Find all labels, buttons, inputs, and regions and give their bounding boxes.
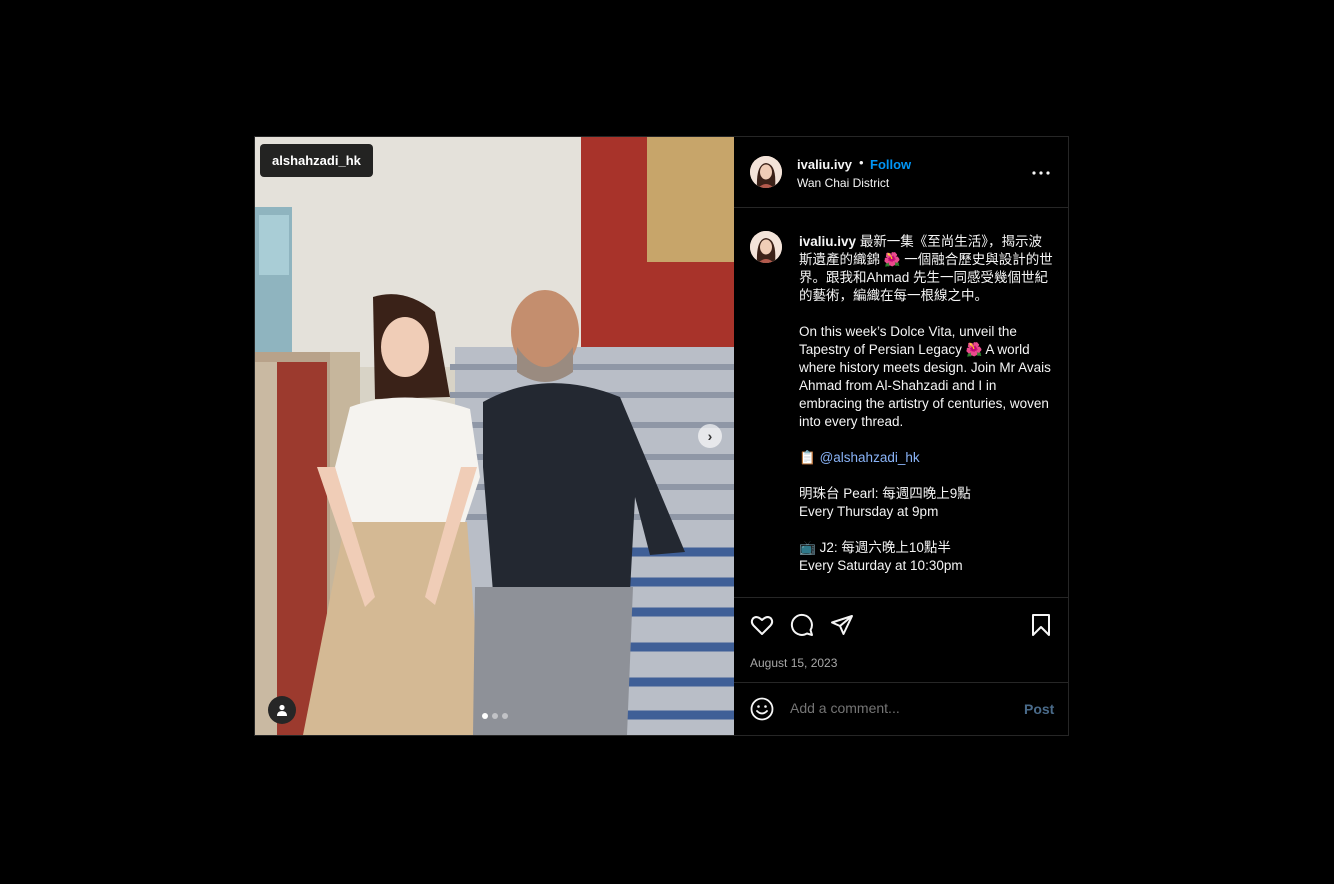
carousel-dot	[502, 713, 508, 719]
chevron-right-icon: ›	[707, 428, 713, 444]
post-header: ivaliu.ivy • Follow Wan Chai District	[734, 137, 1068, 208]
bookmark-icon	[1032, 614, 1050, 636]
schedule-j2-zh: J2: 每週六晚上10點半	[819, 540, 951, 555]
schedule-j2-en: Every Saturday at 10:30pm	[799, 558, 963, 573]
caption-en: On this week’s Dolce Vita, unveil the Ta…	[799, 324, 1051, 429]
like-button[interactable]	[749, 612, 775, 638]
person-icon	[277, 704, 287, 716]
avatar-image	[750, 156, 782, 188]
caption-avatar[interactable]	[750, 231, 782, 263]
follow-button[interactable]: Follow	[870, 157, 911, 172]
clipboard-icon: 📋	[799, 450, 816, 465]
caption-text: ivaliu.ivy 最新一集《至尚生活》，揭示波斯遺產的織錦 🌺 一個融合歷史…	[799, 233, 1055, 593]
author-username[interactable]: ivaliu.ivy	[797, 157, 852, 172]
post-photo	[255, 137, 734, 735]
tagged-users-button[interactable]	[268, 696, 296, 724]
post-modal: alshahzadi_hk › ivaliu.ivy • Follow Wan …	[254, 136, 1069, 736]
comment-input[interactable]	[790, 700, 1010, 716]
heart-icon	[750, 616, 774, 635]
carousel-indicator	[482, 713, 508, 719]
mention-link[interactable]: @alshahzadi_hk	[820, 450, 920, 465]
comment-button[interactable]	[789, 612, 815, 638]
tv-icon: 📺	[799, 540, 816, 555]
post-location[interactable]: Wan Chai District	[797, 176, 889, 190]
comment-bar: Post	[734, 682, 1068, 735]
post-caption: ivaliu.ivy 最新一集《至尚生活》，揭示波斯遺產的織錦 🌺 一個融合歷史…	[734, 209, 1068, 597]
post-sidebar: ivaliu.ivy • Follow Wan Chai District iv…	[734, 137, 1068, 735]
share-icon	[831, 615, 853, 635]
post-date[interactable]: August 15, 2023	[750, 656, 837, 670]
schedule-pearl-zh: 明珠台 Pearl: 每週四晚上9點	[799, 486, 971, 501]
more-options-button[interactable]	[1029, 161, 1053, 185]
schedule-pearl-en: Every Thursday at 9pm	[799, 504, 939, 519]
user-tag-label[interactable]: alshahzadi_hk	[260, 144, 373, 177]
post-comment-button[interactable]: Post	[1024, 701, 1054, 717]
post-media[interactable]: alshahzadi_hk ›	[255, 137, 734, 735]
post-actions: August 15, 2023	[734, 597, 1068, 682]
emoji-icon	[750, 697, 774, 721]
carousel-dot	[492, 713, 498, 719]
avatar-image	[750, 231, 782, 263]
emoji-button[interactable]	[750, 697, 774, 721]
share-button[interactable]	[829, 612, 855, 638]
author-avatar[interactable]	[750, 156, 782, 188]
carousel-dot	[482, 713, 488, 719]
more-horizontal-icon	[1032, 171, 1050, 175]
comment-icon	[790, 613, 813, 636]
caption-username[interactable]: ivaliu.ivy	[799, 234, 856, 249]
header-separator: •	[859, 155, 864, 170]
save-button[interactable]	[1028, 612, 1054, 638]
carousel-next-button[interactable]: ›	[698, 424, 722, 448]
